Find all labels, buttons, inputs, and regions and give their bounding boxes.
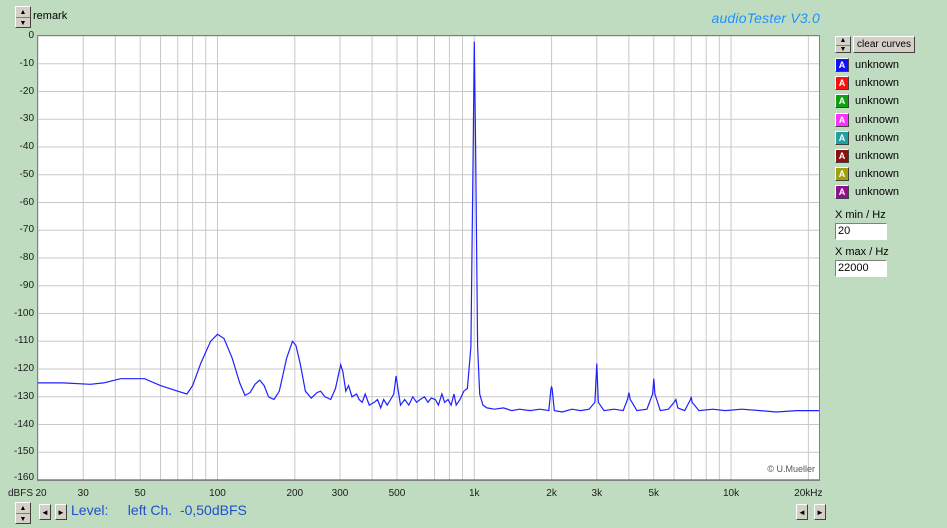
level-spinner[interactable]: ▲ ▼ bbox=[15, 502, 31, 524]
xmin-label: X min / Hz bbox=[835, 209, 886, 221]
curve-label: unknown bbox=[855, 77, 900, 90]
xmin-input[interactable]: 20 bbox=[835, 223, 887, 240]
x-tick-label: 30 bbox=[77, 488, 89, 499]
y-tick-label: -90 bbox=[19, 279, 34, 291]
x-tick-label: 50 bbox=[134, 488, 146, 499]
x-tick-label: 300 bbox=[331, 488, 349, 499]
curve-spinner[interactable]: ▲ ▼ bbox=[835, 36, 851, 53]
legend-item[interactable]: Aunknown bbox=[835, 148, 899, 164]
legend-item[interactable]: Aunknown bbox=[835, 93, 899, 109]
legend-item[interactable]: Aunknown bbox=[835, 184, 899, 200]
y-tick-label: -130 bbox=[13, 390, 34, 402]
y-tick-label: 0 bbox=[28, 30, 34, 41]
y-tick-label: -10 bbox=[19, 57, 34, 69]
xmax-input[interactable]: 22000 bbox=[835, 260, 887, 277]
curve-label: unknown bbox=[855, 168, 900, 181]
curve-label: unknown bbox=[855, 150, 900, 162]
x-scroll-right-button[interactable]: ► bbox=[814, 504, 826, 520]
spectrum-plot: © U.Mueller bbox=[37, 35, 820, 481]
x-tick-label: 1k bbox=[468, 488, 480, 499]
y-axis-unit-label: dBFS bbox=[8, 488, 34, 499]
legend-item[interactable]: Aunknown bbox=[835, 57, 899, 73]
series-line-0 bbox=[38, 41, 819, 413]
curve-color-swatch[interactable]: A bbox=[835, 112, 849, 127]
remark-spinner[interactable]: ▲ ▼ bbox=[15, 6, 31, 28]
remark-label: remark bbox=[33, 10, 68, 22]
y-tick-label: -40 bbox=[19, 141, 34, 152]
y-tick-label: -140 bbox=[13, 418, 34, 430]
level-up-arrow-icon[interactable]: ▲ bbox=[16, 503, 30, 513]
curve-up-arrow-icon[interactable]: ▲ bbox=[836, 37, 850, 45]
remark-down-arrow-icon[interactable]: ▼ bbox=[16, 17, 30, 28]
curve-label: unknown bbox=[855, 186, 900, 199]
xmax-label: X max / Hz bbox=[835, 246, 889, 258]
y-tick-label: -110 bbox=[14, 335, 34, 347]
x-tick-label: 3k bbox=[591, 488, 603, 499]
y-tick-label: -100 bbox=[13, 307, 34, 319]
y-tick-label: -160 bbox=[13, 472, 34, 483]
curve-color-swatch[interactable]: A bbox=[835, 94, 849, 109]
scroll-right-button[interactable]: ► bbox=[55, 504, 67, 520]
app-title: audioTester V3.0 bbox=[711, 10, 820, 26]
legend-item[interactable]: Aunknown bbox=[835, 75, 899, 91]
x-tick-label: 2k bbox=[546, 488, 557, 499]
y-tick-label: -70 bbox=[19, 224, 34, 236]
legend-item[interactable]: Aunknown bbox=[835, 166, 899, 182]
curve-color-swatch[interactable]: A bbox=[835, 76, 849, 91]
x-tick-label: 5k bbox=[648, 488, 660, 499]
curve-color-swatch[interactable]: A bbox=[835, 167, 849, 182]
y-tick-label: -30 bbox=[19, 113, 34, 125]
x-tick-label: 10k bbox=[723, 488, 740, 499]
x-tick-label: 20 bbox=[35, 488, 47, 499]
legend-item[interactable]: Aunknown bbox=[835, 112, 899, 128]
remark-up-arrow-icon[interactable]: ▲ bbox=[16, 7, 30, 17]
curve-label: unknown bbox=[855, 95, 900, 108]
y-tick-label: -20 bbox=[19, 85, 34, 97]
x-scroll-left-button[interactable]: ◄ bbox=[796, 504, 808, 520]
x-tick-label: 500 bbox=[388, 488, 406, 499]
y-tick-label: -50 bbox=[19, 168, 34, 180]
x-tick-label: 200 bbox=[286, 488, 304, 499]
x-tick-label: 100 bbox=[209, 488, 226, 499]
legend-item[interactable]: Aunknown bbox=[835, 130, 899, 146]
curve-label: unknown bbox=[855, 113, 900, 126]
curve-color-swatch[interactable]: A bbox=[835, 149, 849, 163]
y-tick-label: -120 bbox=[13, 363, 34, 374]
curve-label: unknown bbox=[855, 59, 900, 71]
level-down-arrow-icon[interactable]: ▼ bbox=[16, 513, 30, 524]
curve-down-arrow-icon[interactable]: ▼ bbox=[836, 44, 850, 54]
curve-label: unknown bbox=[855, 131, 900, 144]
y-tick-label: -60 bbox=[19, 196, 34, 208]
x-tick-label: 20kHz bbox=[794, 488, 823, 499]
spectrum-chart: © U.Mueller bbox=[38, 36, 819, 480]
curve-color-swatch[interactable]: A bbox=[835, 58, 849, 72]
y-tick-label: -150 bbox=[13, 446, 34, 458]
level-readout: Level: left Ch. -0,50dBFS bbox=[71, 502, 247, 518]
curve-color-swatch[interactable]: A bbox=[835, 130, 849, 145]
y-tick-label: -80 bbox=[19, 252, 34, 263]
clear-curves-button[interactable]: clear curves bbox=[853, 36, 915, 53]
curve-color-swatch[interactable]: A bbox=[835, 185, 849, 200]
scroll-left-button[interactable]: ◄ bbox=[39, 504, 51, 520]
watermark-text: © U.Mueller bbox=[767, 464, 815, 474]
